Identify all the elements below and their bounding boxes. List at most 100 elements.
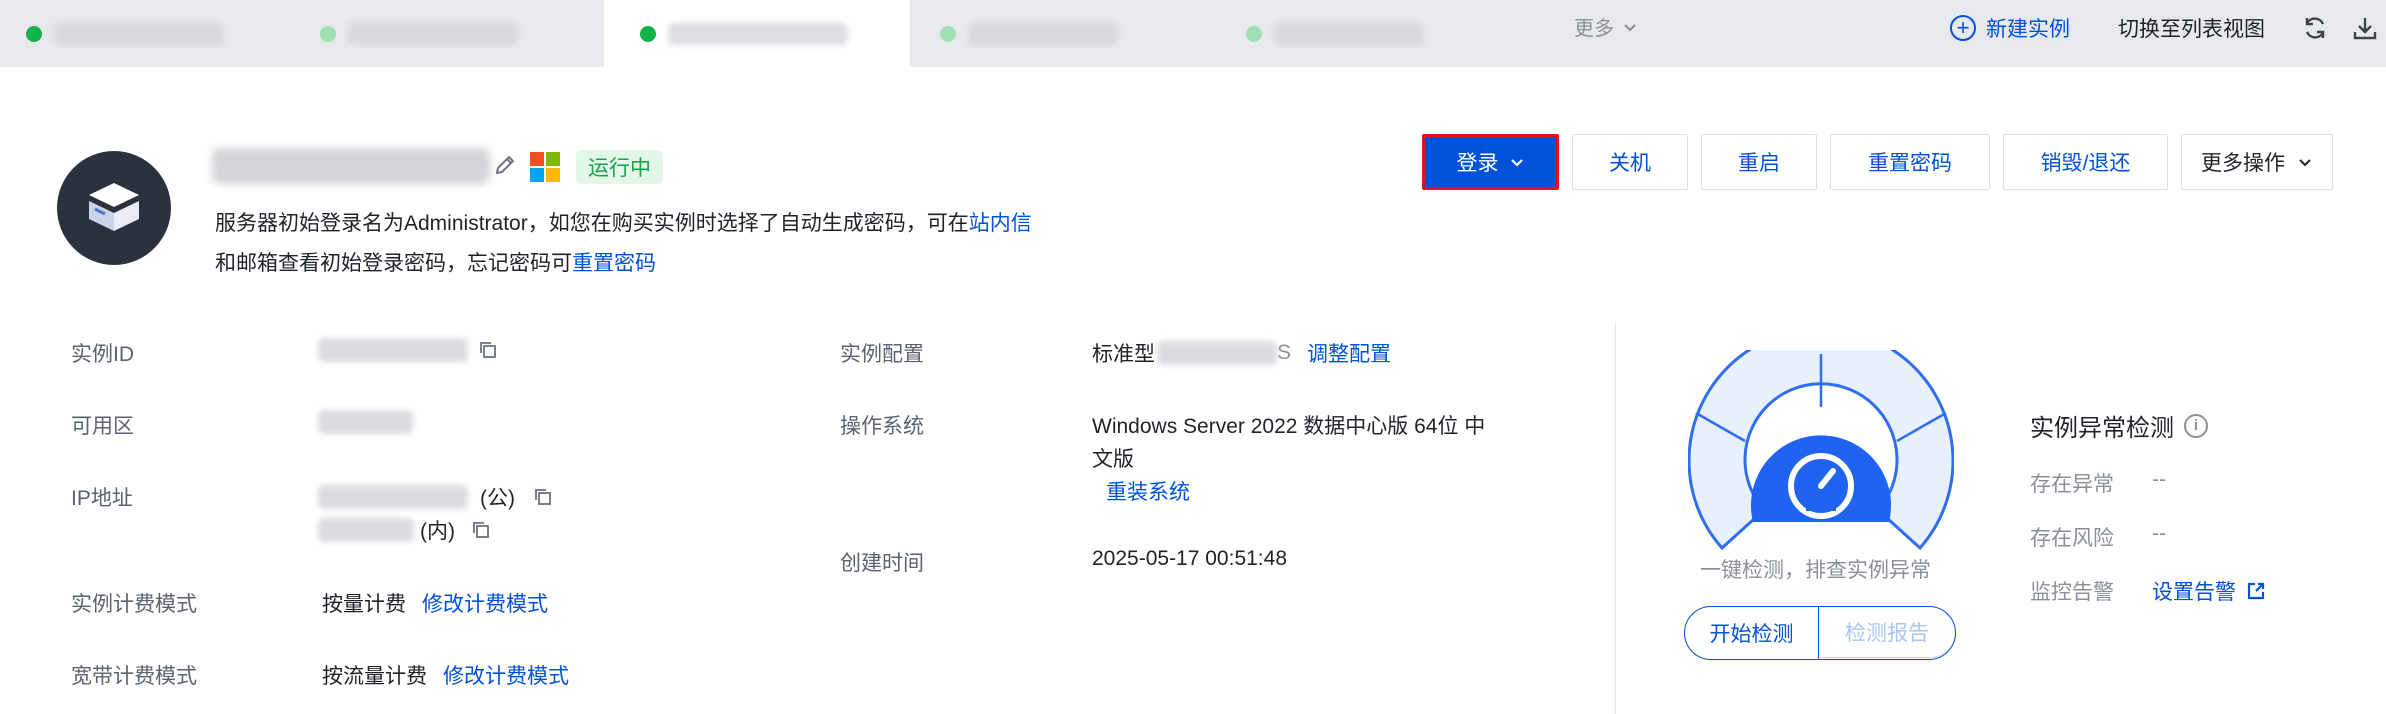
risk-label: 存在风险 (2030, 527, 2114, 550)
column-divider (1615, 322, 1616, 714)
login-hint-line-2: 和邮箱查看初始登录密码，忘记密码可重置密码 (215, 248, 656, 280)
copy-icon[interactable] (533, 487, 553, 507)
chevron-down-icon (1624, 23, 1636, 31)
anomaly-detection-title: 实例异常检测 i (2030, 408, 2208, 443)
restart-button[interactable]: 重启 (1701, 134, 1817, 190)
server-stack-icon (89, 183, 139, 231)
config-type-text: 标准型 (1092, 343, 1155, 366)
instance-config-label: 实例配置 (840, 343, 924, 366)
private-ip-redacted (318, 518, 414, 542)
instance-id-redacted (318, 338, 468, 362)
running-dot-icon (1246, 25, 1262, 42)
zone-value (318, 410, 413, 434)
refresh-icon[interactable] (2300, 13, 2330, 43)
download-icon[interactable] (2350, 13, 2380, 43)
public-ip-suffix: (公) (480, 487, 515, 510)
more-tabs-label: 更多 (1574, 18, 1614, 40)
public-ip-redacted (318, 485, 468, 509)
detection-report-button[interactable]: 检测报告 (1819, 607, 1955, 658)
chevron-down-icon (1510, 159, 1523, 167)
instance-tab[interactable] (1246, 0, 1446, 67)
bandwidth-billing-value: 按流量计费 修改计费模式 (322, 660, 569, 690)
running-dot-icon (940, 25, 956, 42)
pencil-edit-icon[interactable] (492, 152, 518, 178)
risk-value: -- (2152, 522, 2166, 545)
running-dot-icon (320, 25, 336, 42)
login-hint-text: 和邮箱查看初始登录密码，忘记密码可 (215, 252, 572, 275)
running-dot-icon (640, 25, 656, 42)
instance-tab[interactable] (320, 0, 530, 67)
new-instance-button[interactable]: + 新建实例 (1950, 0, 2070, 55)
zone-redacted (318, 410, 413, 434)
ip-address-label: IP地址 (71, 487, 133, 510)
shutdown-button[interactable]: 关机 (1572, 134, 1688, 190)
abnormal-value: -- (2152, 468, 2166, 491)
detection-gauge[interactable] (1688, 350, 1954, 556)
reinstall-os-link-wrap: 重装系统 (1106, 476, 1190, 506)
set-alarm-link[interactable]: 设置告警 (2152, 576, 2266, 606)
modify-bandwidth-billing-link[interactable]: 修改计费模式 (443, 660, 569, 690)
start-detection-button[interactable]: 开始检测 (1685, 607, 1819, 659)
copy-icon[interactable] (471, 520, 491, 540)
copy-icon[interactable] (478, 340, 498, 360)
config-spec-redacted (1157, 341, 1277, 365)
detection-caption: 一键检测，排查实例异常 (1700, 559, 1931, 582)
switch-list-view-button[interactable]: 切换至列表视图 (2118, 0, 2265, 55)
created-time-label: 创建时间 (840, 552, 924, 575)
instance-name-redacted (212, 148, 490, 184)
instance-tab[interactable] (940, 0, 1150, 67)
destroy-return-button[interactable]: 销毁/退还 (2003, 134, 2168, 190)
chevron-down-icon (2299, 159, 2311, 167)
new-instance-label: 新建实例 (1986, 17, 2070, 41)
reset-password-link[interactable]: 重置密码 (572, 252, 656, 275)
public-ip-value: (公) (318, 482, 553, 512)
tab-label-redacted (54, 22, 224, 45)
instance-avatar (57, 151, 171, 265)
instance-tab-active[interactable] (604, 0, 910, 67)
login-label: 登录 (1456, 152, 1499, 175)
tab-label-redacted (968, 22, 1118, 45)
tab-label-redacted (1274, 22, 1424, 45)
os-value-line-1: Windows Server 2022 数据中心版 64位 中 (1092, 415, 1486, 438)
zone-label: 可用区 (71, 415, 134, 438)
more-actions-label: 更多操作 (2201, 152, 2285, 175)
bandwidth-billing-text: 按流量计费 (322, 665, 427, 688)
windows-logo-icon (530, 152, 560, 182)
instance-config-value: 标准型 S 调整配置 (1092, 338, 1391, 368)
login-hint-line-1: 服务器初始登录名为Administrator，如您在购买实例时选择了自动生成密码… (215, 208, 1032, 240)
os-label: 操作系统 (840, 415, 924, 438)
billing-mode-value: 按量计费 修改计费模式 (322, 588, 548, 618)
anomaly-detection-title-text: 实例异常检测 (2030, 415, 2174, 442)
detection-button-group: 开始检测 检测报告 (1684, 606, 1956, 660)
site-message-link[interactable]: 站内信 (969, 212, 1032, 235)
login-button[interactable]: 登录 (1422, 134, 1559, 190)
tab-label-redacted (668, 22, 848, 45)
instance-tab[interactable] (26, 0, 226, 67)
more-actions-dropdown[interactable]: 更多操作 (2181, 134, 2333, 190)
external-link-icon (2247, 582, 2265, 600)
instance-id-value (318, 338, 498, 362)
instance-tab-bar: 更多 + 新建实例 切换至列表视图 (0, 0, 2386, 67)
adjust-config-link[interactable]: 调整配置 (1307, 338, 1391, 368)
tab-label-redacted (348, 22, 518, 45)
abnormal-label: 存在异常 (2030, 473, 2114, 496)
os-value-line-2: 文版 (1092, 448, 1134, 471)
action-toolbar: 登录 关机 重启 重置密码 销毁/退还 更多操作 (1422, 134, 2333, 190)
set-alarm-text: 设置告警 (2152, 581, 2236, 604)
bandwidth-billing-label: 宽带计费模式 (71, 665, 197, 688)
reset-password-button[interactable]: 重置密码 (1830, 134, 1990, 190)
modify-billing-link[interactable]: 修改计费模式 (422, 588, 548, 618)
monitor-alarm-label: 监控告警 (2030, 581, 2114, 604)
billing-mode-text: 按量计费 (322, 593, 406, 616)
running-dot-icon (26, 25, 42, 42)
instance-id-label: 实例ID (71, 343, 134, 366)
config-spec-suffix: S (1277, 341, 1292, 364)
billing-mode-label: 实例计费模式 (71, 593, 197, 616)
created-time-value: 2025-05-17 00:51:48 (1092, 547, 1287, 570)
status-badge: 运行中 (576, 150, 663, 184)
info-icon[interactable]: i (2184, 413, 2208, 438)
reinstall-os-link[interactable]: 重装系统 (1106, 476, 1190, 506)
login-hint-text: 服务器初始登录名为Administrator，如您在购买实例时选择了自动生成密码… (215, 212, 969, 235)
more-tabs-dropdown[interactable]: 更多 (1574, 12, 1638, 41)
private-ip-suffix: (内) (420, 520, 455, 543)
